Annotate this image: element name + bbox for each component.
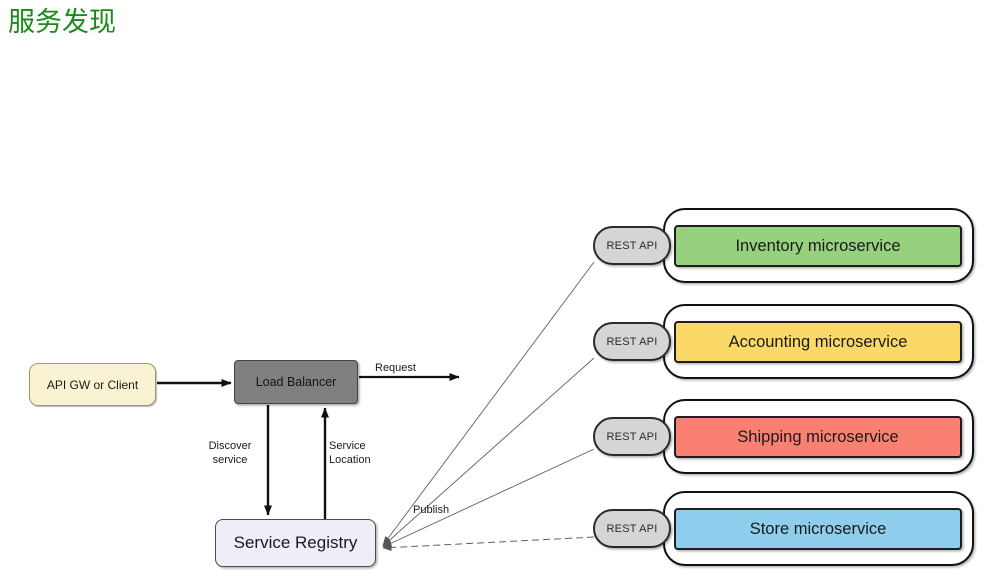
edge-label-discover-service: Discover service (208, 440, 252, 466)
microservice-row-inventory: Inventory microservice REST API (593, 206, 975, 284)
microservice-box-accounting[interactable]: Accounting microservice (674, 321, 962, 363)
edge-label-publish: Publish (413, 504, 450, 516)
rest-api-pill-shipping[interactable]: REST API (593, 417, 671, 456)
rest-api-pill-inventory[interactable]: REST API (593, 226, 671, 265)
edge-label-service-location: Service Location (329, 440, 371, 466)
rest-api-pill-accounting[interactable]: REST API (593, 322, 671, 361)
node-service-registry[interactable]: Service Registry (215, 519, 376, 567)
edge-publish-accounting (382, 357, 595, 547)
page-title: 服务发现 (8, 7, 116, 38)
microservice-box-store[interactable]: Store microservice (674, 508, 962, 550)
diagram-canvas: 服务发现 Request Discover service Service Lo… (0, 0, 992, 587)
microservice-row-accounting: Accounting microservice REST API (593, 302, 975, 380)
microservice-box-shipping[interactable]: Shipping microservice (674, 416, 962, 458)
node-api-gateway-or-client[interactable]: API GW or Client (29, 363, 156, 406)
microservice-box-inventory[interactable]: Inventory microservice (674, 225, 962, 267)
edge-publish-store (382, 536, 595, 552)
rest-api-pill-store[interactable]: REST API (593, 509, 671, 548)
node-load-balancer[interactable]: Load Balancer (234, 360, 358, 404)
microservice-row-store: Store microservice REST API (593, 489, 975, 567)
edge-publish-shipping (382, 448, 595, 548)
microservice-row-shipping: Shipping microservice REST API (593, 397, 975, 475)
edge-label-request: Request (375, 362, 416, 374)
